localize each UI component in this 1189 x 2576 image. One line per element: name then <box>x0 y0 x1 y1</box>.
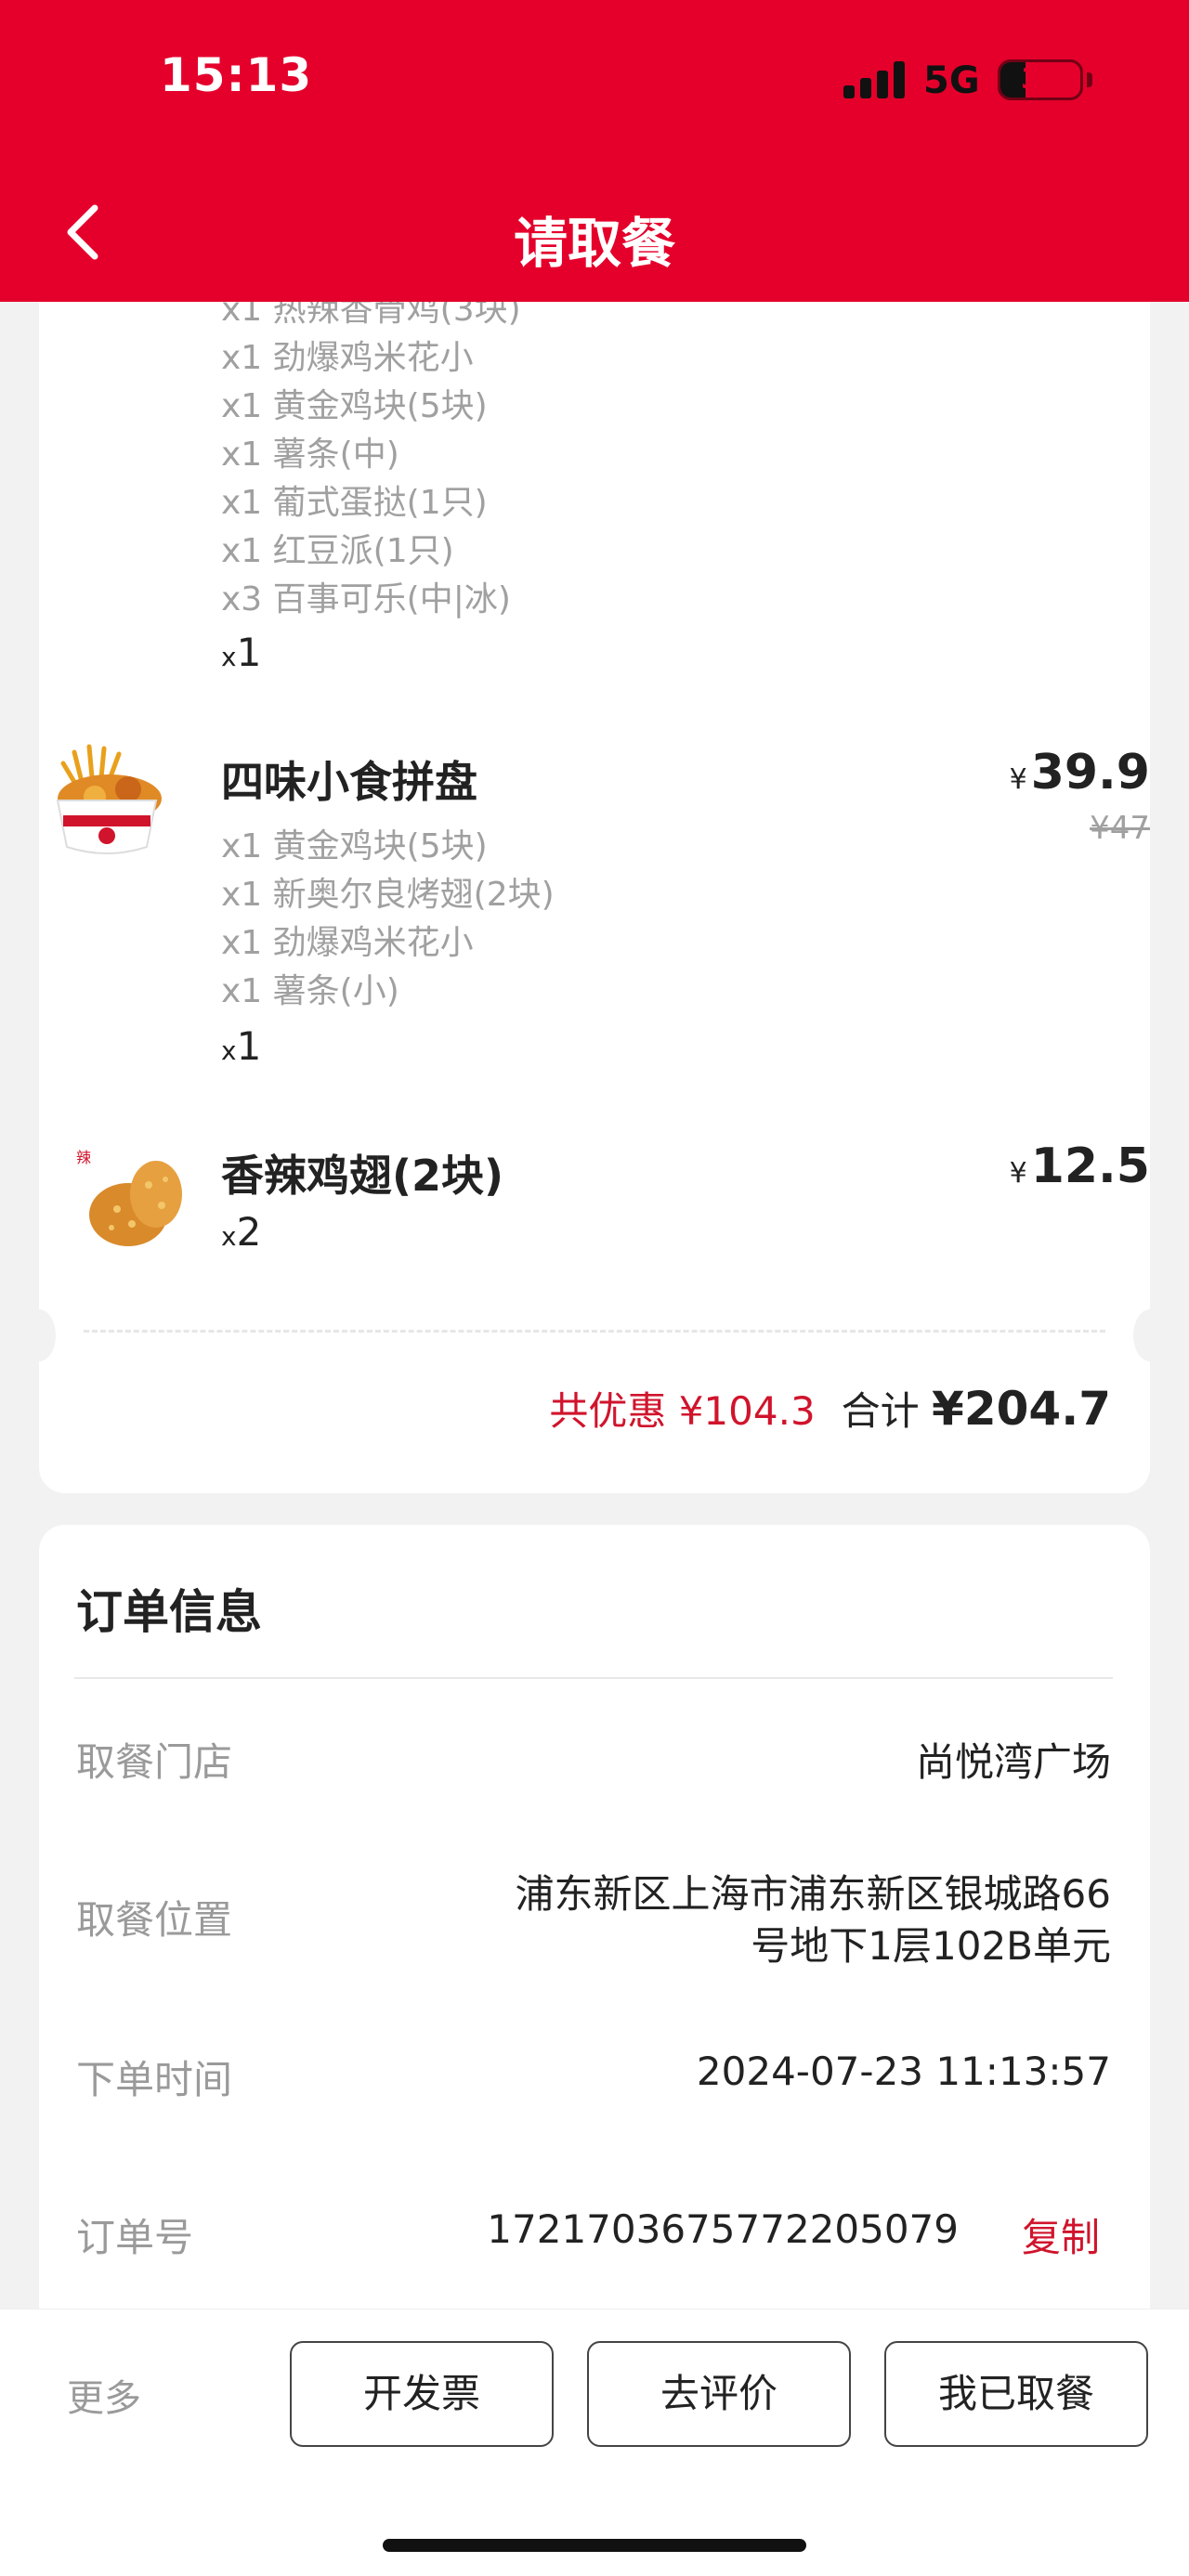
order-total: 共优惠 ¥104.3 合计 ¥204.7 <box>549 1380 1111 1437</box>
item-price: ¥39.9 <box>1010 745 1150 800</box>
copy-button[interactable]: 复制 <box>1022 2206 1100 2263</box>
battery-icon: 31 <box>998 59 1083 100</box>
qty-value: 2 <box>236 1209 262 1255</box>
picked-up-button[interactable]: 我已取餐 <box>884 2341 1148 2447</box>
subitem: x3 百事可乐(中|冰) <box>221 580 511 618</box>
subitem: x1 薯条(小) <box>221 972 399 1010</box>
currency-symbol: ¥ <box>1009 763 1027 796</box>
original-price: ¥47 <box>1090 810 1150 847</box>
price-value: 12.5 <box>1030 1138 1150 1194</box>
location-line-1: 浦东新区上海市浦东新区银城路66 <box>515 1871 1111 1917</box>
subitem: x1 葡式蛋挞(1只) <box>221 484 488 522</box>
battery-level: 31 <box>1021 63 1060 96</box>
subitem: x1 黄金鸡块(5块) <box>221 827 488 865</box>
item-quantity: x1 <box>221 630 261 675</box>
food-bucket-image <box>46 743 167 864</box>
ticket-notch-left <box>22 1309 56 1361</box>
total-amount: ¥204.7 <box>932 1382 1111 1436</box>
order-number-label: 订单号 <box>76 2215 194 2260</box>
order-time-label: 下单时间 <box>76 2057 233 2102</box>
review-button[interactable]: 去评价 <box>587 2341 851 2447</box>
location-line-2: 号地下1层102B单元 <box>751 1923 1111 1969</box>
battery-cap <box>1087 72 1092 87</box>
invoice-button[interactable]: 开发票 <box>290 2341 554 2447</box>
item-name: 四味小食拼盘 <box>221 757 477 807</box>
subitem: x1 新奥尔良烤翅(2块) <box>221 876 555 914</box>
qty-value: 1 <box>236 1023 262 1069</box>
store-label: 取餐门店 <box>76 1739 233 1785</box>
divider <box>74 1677 1113 1679</box>
total-label: 合计 <box>841 1388 920 1434</box>
order-number-value: 1721703675772205079 <box>487 2206 959 2252</box>
chicken-wings-image: 辣 <box>74 1138 195 1259</box>
order-time-value: 2024-07-23 11:13:57 <box>696 2049 1111 2094</box>
platter-subitems: x1 黄金鸡块(5块) x1 新奥尔良烤翅(2块) x1 劲爆鸡米花小 x1 薯… <box>221 823 555 1016</box>
page-title: 请取餐 <box>513 212 675 275</box>
qty-prefix: x <box>221 1221 237 1252</box>
subitem: x1 黄金鸡块(5块) <box>221 387 488 425</box>
dashed-divider <box>84 1330 1105 1333</box>
subitem: x1 劲爆鸡米花小 <box>221 339 474 377</box>
order-items-card <box>39 241 1150 1493</box>
item-name: 香辣鸡翅(2块) <box>221 1151 504 1201</box>
status-time: 15:13 <box>160 48 313 102</box>
qty-value: 1 <box>236 630 262 675</box>
network-type: 5G <box>923 59 980 102</box>
ticket-notch-right <box>1133 1309 1167 1361</box>
svg-text:辣: 辣 <box>76 1149 91 1166</box>
discount-amount: 共优惠 ¥104.3 <box>549 1388 816 1434</box>
home-indicator <box>383 2539 806 2552</box>
subitem: x1 劲爆鸡米花小 <box>221 924 474 962</box>
more-button[interactable]: 更多 <box>67 2368 141 2422</box>
qty-prefix: x <box>221 642 237 672</box>
order-info-title: 订单信息 <box>76 1585 262 1639</box>
app-header: 15:13 5G 31 请取餐 <box>0 0 1189 302</box>
price-value: 39.9 <box>1030 745 1150 800</box>
qty-prefix: x <box>221 1035 237 1066</box>
item-quantity: x1 <box>221 1023 261 1069</box>
location-label: 取餐位置 <box>76 1897 233 1943</box>
subitem: x1 薯条(中) <box>221 436 399 474</box>
currency-symbol: ¥ <box>1009 1157 1027 1190</box>
item-quantity: x2 <box>221 1209 261 1255</box>
item-price: ¥12.5 <box>1010 1138 1150 1194</box>
combo-subitems: x1 热辣香骨鸡(3块) x1 劲爆鸡米花小 x1 黄金鸡块(5块) x1 薯条… <box>221 286 521 624</box>
signal-icon <box>843 61 905 98</box>
subitem: x1 红豆派(1只) <box>221 532 454 570</box>
store-value: 尚悦湾广场 <box>915 1739 1111 1785</box>
